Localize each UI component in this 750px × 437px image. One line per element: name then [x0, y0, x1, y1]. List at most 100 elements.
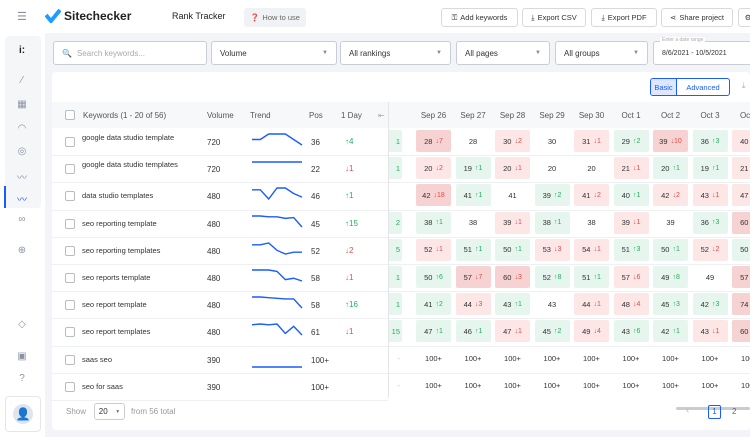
date-range-input[interactable]: Enter a date range 8/6/2021 - 10/5/2021 — [653, 37, 750, 65]
keyword-cell[interactable]: seo report templates — [82, 328, 182, 336]
keyword-cell[interactable]: seo report template — [82, 301, 182, 309]
volume-cell: 480 — [207, 246, 221, 256]
rank-cell: 19 ↑ 1 — [692, 157, 728, 180]
table-row: google data studio templates 720 22 ↓1 — [52, 155, 388, 182]
page-2-button[interactable]: 2 — [732, 407, 736, 416]
download-icon[interactable]: ⤓ — [742, 81, 746, 91]
row-checkbox[interactable] — [65, 381, 75, 392]
date-column-header[interactable]: Sep 26 — [414, 111, 453, 120]
date-column-header[interactable]: Oct 1 — [611, 111, 651, 120]
trend-icon[interactable]: 〰 — [14, 169, 30, 184]
menu-icon[interactable]: ☰ — [17, 10, 27, 23]
row-checkbox[interactable] — [65, 245, 75, 256]
keyword-cell[interactable]: saas seo — [82, 355, 182, 364]
pos-column-header[interactable]: Pos — [309, 111, 323, 120]
rank-change: 1 — [438, 327, 443, 335]
pages-select[interactable]: All pages ▼ — [456, 41, 550, 65]
date-columns: Sep 26 Sep 27 Sep 28 Sep 29 Sep 30 Oct 1 Oct 2… — [389, 102, 750, 398]
day-change-value: 1 — [349, 327, 354, 337]
per-page-select[interactable]: 20 ▼ — [94, 403, 125, 420]
how-to-use-button[interactable]: ❓ How to use — [244, 8, 306, 27]
keyword-cell[interactable]: google data studio templates — [82, 161, 182, 169]
avatar[interactable]: 👤 — [5, 396, 41, 432]
rank-value: 60 — [740, 326, 749, 336]
date-column-header[interactable]: Sep 29 — [532, 111, 572, 120]
prev-page-button[interactable]: ‹ — [686, 405, 689, 416]
radar-icon[interactable]: ◎ — [14, 146, 30, 160]
chevron-down-icon: ▼ — [633, 50, 639, 56]
rank-cell: 39 — [653, 212, 688, 234]
volume-select[interactable]: Volume ▼ — [211, 41, 337, 65]
day-column-header[interactable]: 1 Day — [341, 111, 362, 120]
how-to-use-label: How to use — [262, 13, 300, 22]
rank-cell: 20 — [535, 157, 570, 179]
date-column-header[interactable]: Oct 4 — [730, 111, 750, 120]
rank-tracker-icon[interactable]: 〰 — [14, 191, 30, 206]
rank-value: 39 — [542, 190, 551, 200]
rank-cell: 41 ↓ 2 — [574, 184, 609, 207]
keyword-cell[interactable]: data studio templates — [82, 192, 182, 200]
prev-date-cell — [389, 184, 402, 206]
share-project-button[interactable]: ⋖ Share project — [661, 8, 733, 27]
rank-value: 44 — [463, 299, 472, 309]
gauge-icon[interactable]: ◠ — [14, 123, 30, 137]
rank-cell: 36 ↑ 3 — [692, 130, 728, 152]
wallet-icon[interactable]: ▣ — [14, 351, 30, 365]
row-checkbox[interactable] — [65, 273, 75, 283]
select-all-checkbox[interactable] — [65, 110, 75, 120]
date-column-header[interactable]: Sep 28 — [493, 111, 532, 120]
rank-change: 7 — [438, 137, 443, 145]
row-checkbox[interactable] — [65, 300, 75, 311]
row-checkbox[interactable] — [65, 191, 75, 202]
share-icon: ⋖ — [670, 13, 677, 22]
collapse-icon[interactable]: ⇤ — [378, 111, 385, 120]
date-column-header[interactable]: Oct 3 — [690, 111, 730, 120]
export-csv-button[interactable]: ⤓ Export CSV — [522, 8, 586, 27]
page-1-button[interactable]: 1 — [708, 405, 721, 419]
row-checkbox[interactable] — [65, 354, 75, 365]
project-icon[interactable]: i: — [14, 45, 30, 59]
rank-change: 3 — [636, 246, 641, 254]
rank-cell: 100+ — [614, 375, 649, 397]
help-icon[interactable]: ? — [14, 373, 30, 387]
row-checkbox[interactable] — [65, 327, 75, 338]
volume-column-header[interactable]: Volume — [207, 111, 234, 120]
date-column-header[interactable]: Sep 27 — [453, 111, 493, 120]
basic-view-button[interactable]: Basic — [651, 79, 677, 95]
sidebar: i: ⁄ ▦ ◠ ◎ 〰 〰 ∞ ⊕ ◇ ▣ ? 👤 — [0, 33, 45, 437]
rank-change: 6 — [438, 273, 443, 281]
rank-change: 3 — [675, 300, 680, 308]
rank-cell: 47↓4 — [732, 184, 750, 207]
rank-cell: 100+ — [495, 348, 530, 370]
add-keywords-button[interactable]: ⚿ Add keywords — [441, 8, 518, 27]
day-change-value: 4 — [349, 137, 354, 146]
row-checkbox[interactable] — [65, 137, 75, 147]
magic-wand-icon[interactable]: ⁄ — [14, 75, 30, 89]
groups-select[interactable]: All groups ▼ — [555, 41, 648, 65]
settings-button[interactable]: ⚙ — [738, 8, 750, 27]
row-checkbox[interactable] — [65, 218, 75, 229]
trend-sparkline — [252, 242, 302, 255]
row-checkbox[interactable] — [65, 164, 75, 175]
keyword-cell[interactable]: seo reporting templates — [82, 246, 182, 255]
pos-cell: 61 — [311, 328, 320, 338]
rank-cell: 100+ — [653, 348, 688, 370]
search-input[interactable]: 🔍 Search keywords... — [53, 41, 207, 65]
table-icon[interactable]: ▦ — [14, 99, 30, 113]
keyword-cell[interactable]: google data studio template — [82, 134, 182, 142]
keyword-cell[interactable]: seo reports template — [82, 274, 182, 282]
diamond-icon[interactable]: ◇ — [14, 319, 30, 333]
keyword-cell[interactable]: seo for saas — [82, 382, 182, 391]
date-column-header[interactable]: Oct 2 — [651, 111, 690, 120]
link-icon[interactable]: ∞ — [14, 214, 30, 228]
rank-value: 42 — [422, 190, 431, 200]
keyword-cell[interactable]: seo reporting template — [82, 219, 182, 228]
table-row: seo reporting templates 480 52 ↓2 — [52, 237, 388, 264]
date-column-header[interactable]: Sep 30 — [572, 111, 611, 120]
advanced-view-button[interactable]: Advanced — [677, 79, 729, 95]
date-range-label: Enter a date range — [660, 37, 706, 43]
add-circle-icon[interactable]: ⊕ — [14, 245, 30, 259]
rank-change: 2 — [438, 164, 443, 172]
rankings-select[interactable]: All rankings ▼ — [340, 41, 451, 65]
export-pdf-button[interactable]: ⤓ Export PDF — [591, 8, 657, 27]
